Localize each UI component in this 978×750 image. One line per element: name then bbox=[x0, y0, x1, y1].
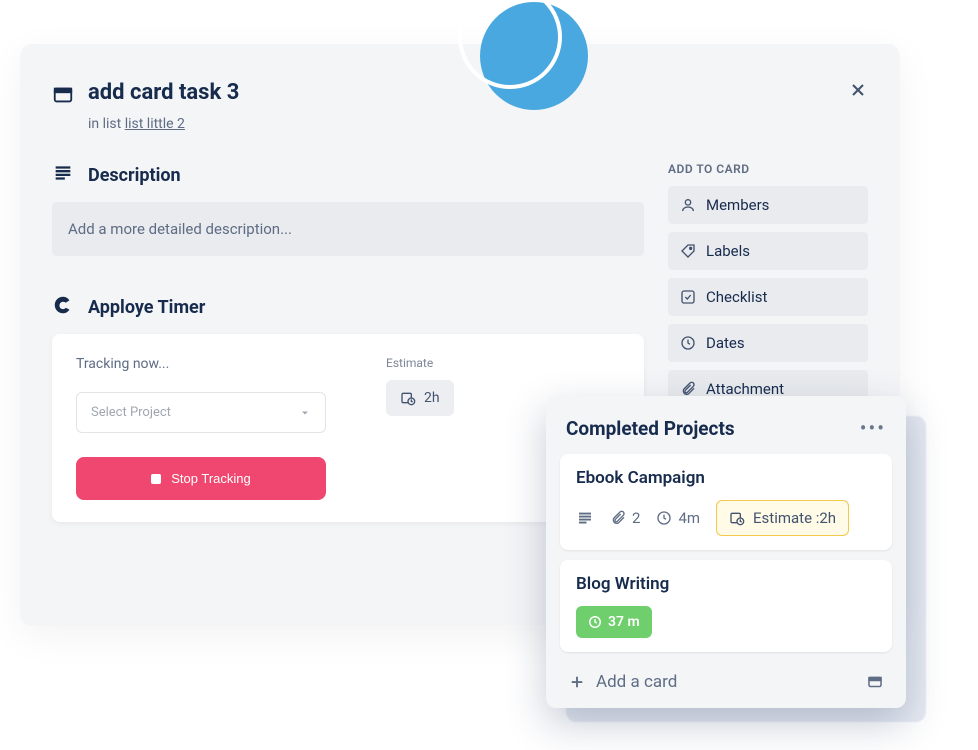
project-card-ebook[interactable]: Ebook Campaign 2 4m Estimate :2h bbox=[560, 454, 892, 550]
apploye-icon bbox=[52, 294, 74, 320]
card-title[interactable]: add card task 3 bbox=[88, 80, 239, 105]
project-select-placeholder: Select Project bbox=[91, 405, 171, 420]
attachment-icon bbox=[680, 381, 696, 397]
description-indicator-icon bbox=[576, 509, 594, 527]
project-card-blog[interactable]: Blog Writing 37 m bbox=[560, 560, 892, 652]
description-icon bbox=[52, 162, 74, 188]
estimate-label: Estimate bbox=[386, 356, 454, 370]
estimate-value: 2h bbox=[424, 390, 440, 406]
labels-button[interactable]: Labels bbox=[668, 232, 868, 270]
project-card-title: Blog Writing bbox=[576, 574, 876, 594]
add-card-button[interactable]: Add a card bbox=[560, 662, 892, 696]
calendar-clock-icon bbox=[729, 510, 745, 526]
checklist-icon bbox=[680, 289, 696, 305]
estimate-chip[interactable]: 2h bbox=[386, 380, 454, 416]
project-card-title: Ebook Campaign bbox=[576, 468, 876, 488]
labels-label: Labels bbox=[706, 242, 750, 260]
time-spent: 4m bbox=[656, 509, 700, 527]
list-link[interactable]: list little 2 bbox=[125, 116, 185, 132]
in-list-prefix: in list bbox=[88, 116, 125, 132]
project-select[interactable]: Select Project bbox=[76, 392, 326, 433]
add-to-card-heading: ADD TO CARD bbox=[668, 162, 868, 176]
person-icon bbox=[680, 197, 696, 213]
list-title: Completed Projects bbox=[566, 417, 735, 440]
members-label: Members bbox=[706, 196, 769, 214]
attachment-count: 2 bbox=[610, 509, 640, 527]
checklist-label: Checklist bbox=[706, 288, 767, 306]
timer-heading: Apploye Timer bbox=[88, 297, 205, 318]
tracking-label: Tracking now... bbox=[76, 356, 326, 372]
dates-label: Dates bbox=[706, 334, 745, 352]
stop-icon bbox=[151, 474, 161, 484]
completed-projects-list: Completed Projects ••• Ebook Campaign 2 … bbox=[546, 396, 906, 708]
clock-icon bbox=[680, 335, 696, 351]
time-pill: 37 m bbox=[576, 606, 652, 638]
card-icon bbox=[52, 84, 74, 110]
clock-icon bbox=[656, 510, 672, 526]
estimate-tag: Estimate :2h bbox=[716, 500, 849, 536]
stop-tracking-button[interactable]: Stop Tracking bbox=[76, 457, 326, 500]
plus-icon bbox=[568, 673, 586, 691]
dates-button[interactable]: Dates bbox=[668, 324, 868, 362]
list-menu-button[interactable]: ••• bbox=[860, 416, 886, 440]
add-card-label: Add a card bbox=[596, 672, 677, 692]
chevron-down-icon bbox=[299, 407, 311, 419]
description-heading: Description bbox=[88, 165, 181, 186]
paperclip-icon bbox=[610, 510, 626, 526]
clock-icon bbox=[588, 615, 602, 629]
template-icon[interactable] bbox=[866, 673, 884, 691]
description-input[interactable]: Add a more detailed description... bbox=[52, 202, 644, 256]
label-icon bbox=[680, 243, 696, 259]
close-button[interactable] bbox=[848, 80, 868, 104]
card-subtitle: in list list little 2 bbox=[88, 116, 868, 132]
calendar-clock-icon bbox=[400, 390, 416, 406]
members-button[interactable]: Members bbox=[668, 186, 868, 224]
checklist-button[interactable]: Checklist bbox=[668, 278, 868, 316]
stop-tracking-label: Stop Tracking bbox=[171, 471, 251, 486]
